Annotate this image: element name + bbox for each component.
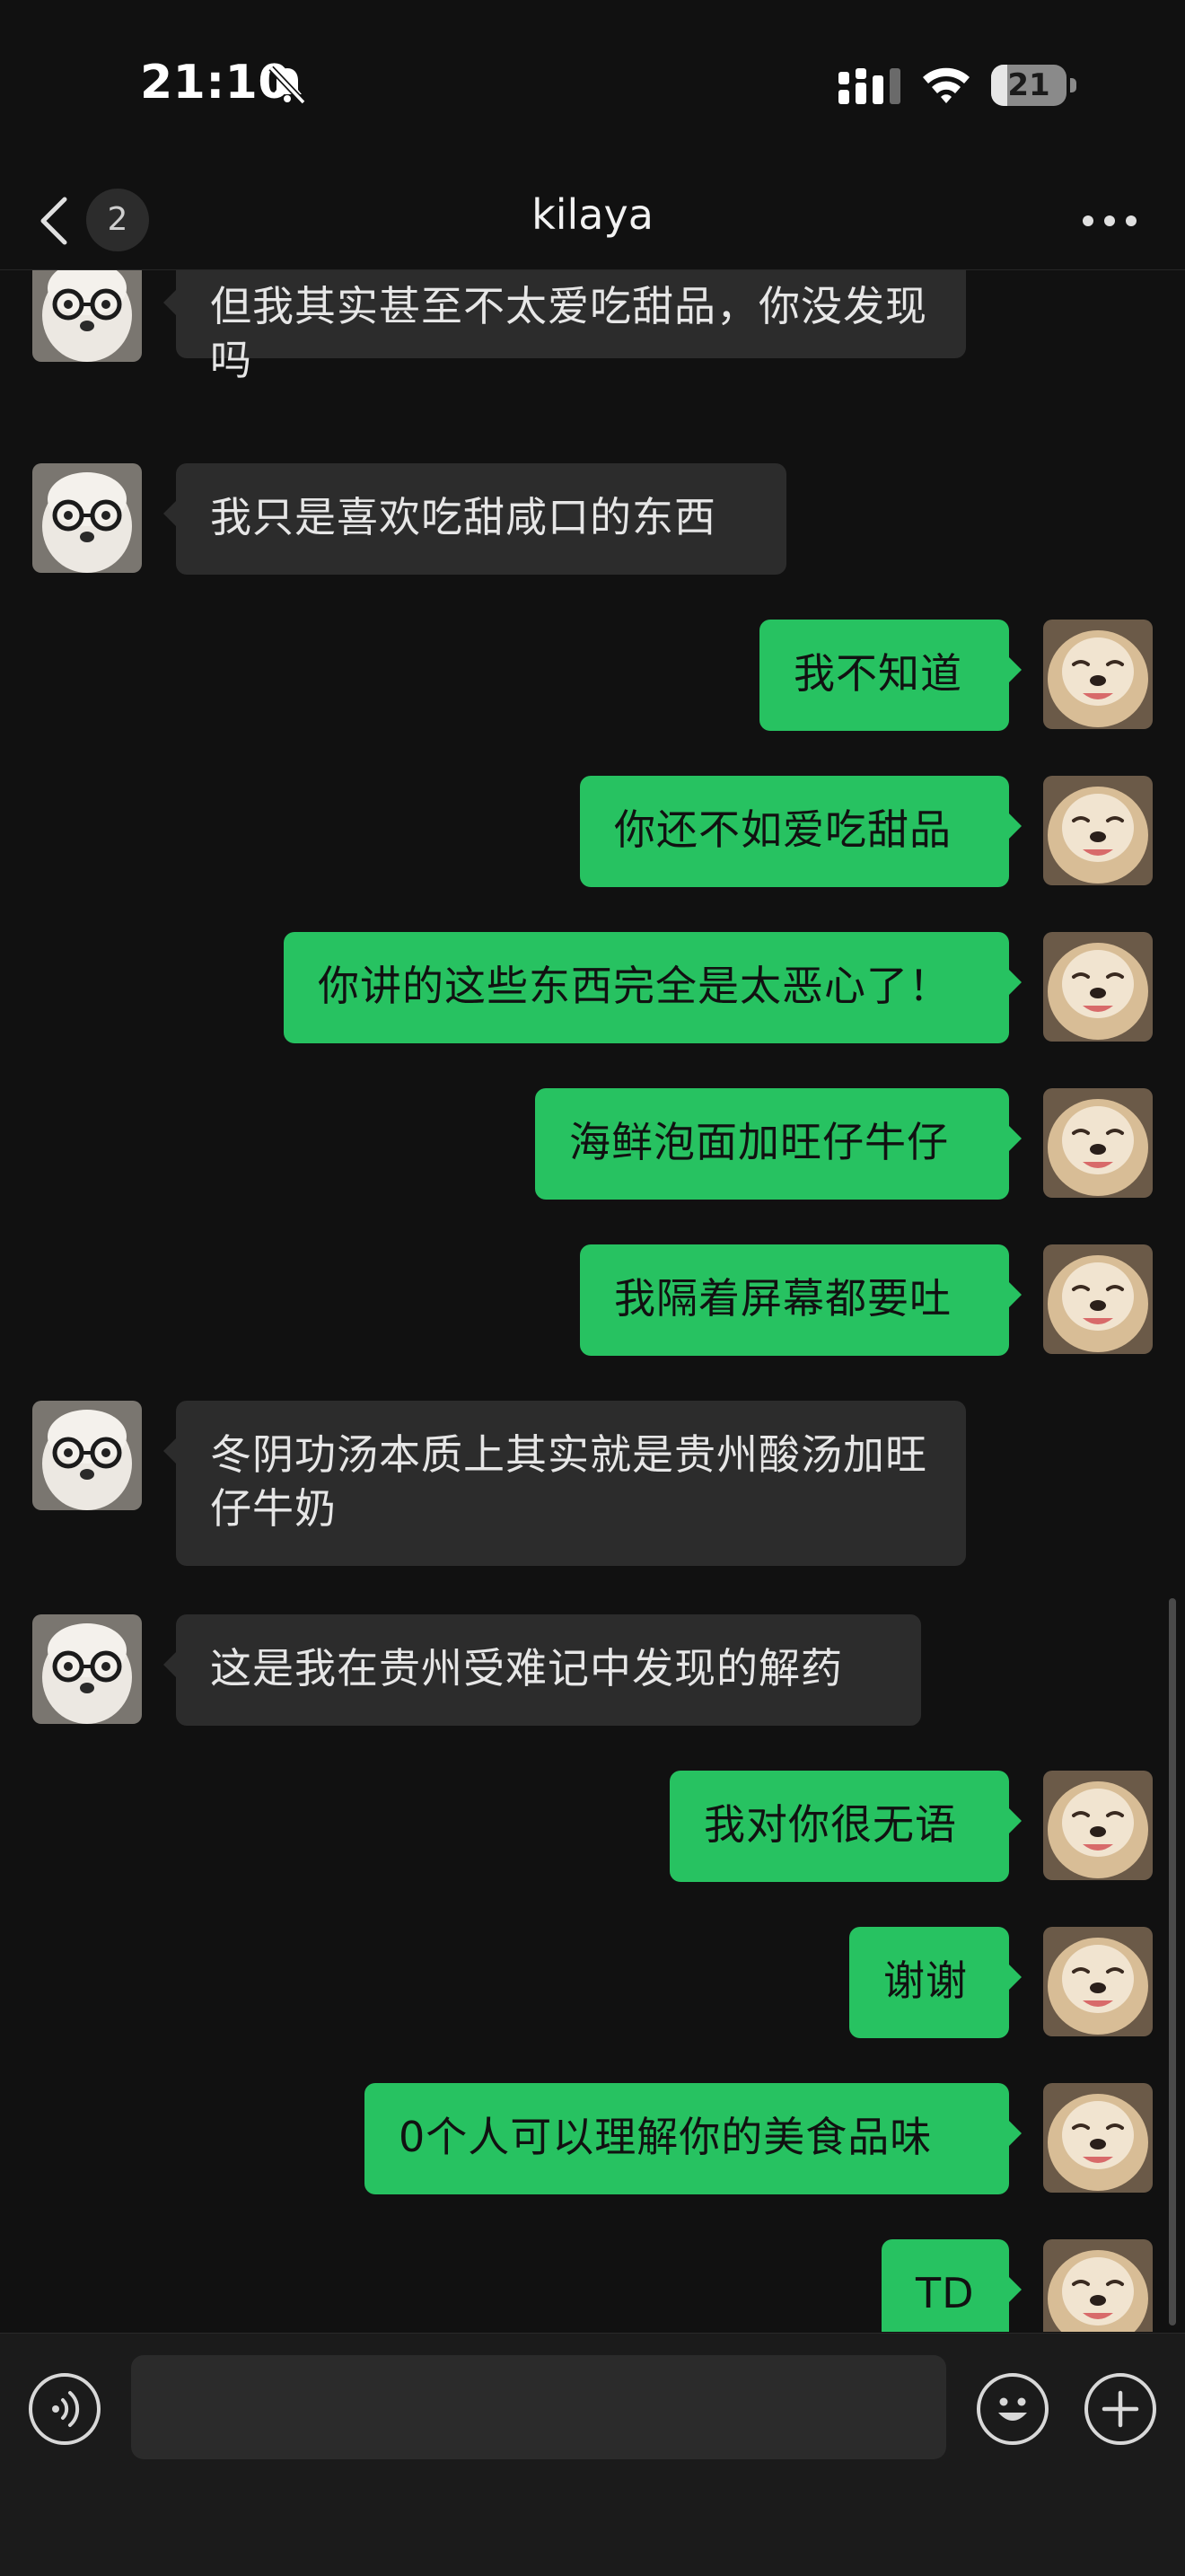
input-bar — [0, 2333, 1185, 2576]
my-avatar[interactable] — [1043, 1088, 1153, 1198]
chat-header: 2 kilaya — [0, 171, 1185, 270]
message-row-right: 你讲的这些东西完全是太恶心了！ — [0, 932, 1185, 1043]
smiley-icon — [998, 2397, 1027, 2421]
received-message-bubble[interactable]: 这是我在贵州受难记中发现的解药 — [163, 1614, 921, 1726]
my-avatar[interactable] — [1043, 2239, 1153, 2332]
sent-message-bubble[interactable]: 谢谢 — [849, 1927, 1022, 2038]
my-avatar[interactable] — [1043, 932, 1153, 1042]
message-row-right: 你还不如爱吃甜品 — [0, 776, 1185, 887]
contact-avatar[interactable] — [32, 270, 142, 362]
my-avatar[interactable] — [1043, 1771, 1153, 1880]
my-avatar[interactable] — [1043, 2083, 1153, 2193]
plus-icon — [1102, 2390, 1139, 2428]
status-bar: 21:10 21 — [0, 0, 1185, 171]
sent-message-bubble[interactable]: 你讲的这些东西完全是太恶心了！ — [284, 932, 1022, 1043]
message-row-right: TD — [0, 2239, 1185, 2332]
chevron-left-icon[interactable] — [36, 194, 72, 248]
message-list[interactable]: 但我其实甚至不太爱吃甜品，你没发现吗 我只是喜欢吃甜咸口的东西 我不知道 你还不… — [0, 270, 1185, 2332]
chat-title: kilaya — [531, 190, 654, 239]
emoji-button[interactable] — [977, 2373, 1049, 2445]
contact-avatar[interactable] — [32, 463, 142, 573]
my-avatar[interactable] — [1043, 620, 1153, 729]
bell-slash-icon — [268, 66, 306, 105]
scrollbar[interactable] — [1169, 1598, 1176, 2325]
message-input[interactable] — [131, 2355, 946, 2459]
received-message-bubble[interactable]: 但我其实甚至不太爱吃甜品，你没发现吗 — [163, 270, 966, 384]
my-avatar[interactable] — [1043, 776, 1153, 885]
sent-message-bubble[interactable]: 我隔着屏幕都要吐 — [580, 1244, 1022, 1356]
message-row-right: 我对你很无语 — [0, 1771, 1185, 1882]
unread-count-badge[interactable]: 2 — [86, 189, 149, 251]
message-row-left: 冬阴功汤本质上其实就是贵州酸汤加旺仔牛奶 — [0, 1401, 1185, 1566]
my-avatar[interactable] — [1043, 1927, 1153, 2036]
cellular-signal-icon — [838, 68, 900, 104]
message-row-right: 我不知道 — [0, 620, 1185, 731]
voice-button[interactable] — [29, 2373, 101, 2445]
message-row-right: 谢谢 — [0, 1927, 1185, 2038]
sent-message-bubble[interactable]: 我对你很无语 — [670, 1771, 1022, 1882]
sent-message-bubble[interactable]: 0个人可以理解你的美食品味 — [364, 2083, 1022, 2194]
message-row-right: 我隔着屏幕都要吐 — [0, 1244, 1185, 1356]
sent-message-bubble[interactable]: 你还不如爱吃甜品 — [580, 776, 1022, 887]
message-row-left: 这是我在贵州受难记中发现的解药 — [0, 1614, 1185, 1726]
voice-icon — [52, 2391, 80, 2427]
sent-message-bubble[interactable]: 海鲜泡面加旺仔牛仔 — [535, 1088, 1022, 1200]
my-avatar[interactable] — [1043, 1244, 1153, 1354]
sent-message-bubble[interactable]: 我不知道 — [759, 620, 1022, 731]
contact-avatar[interactable] — [32, 1614, 142, 1724]
battery-level: 21 — [1007, 67, 1050, 103]
message-row-left: 我只是喜欢吃甜咸口的东西 — [0, 463, 1185, 575]
message-row-right: 0个人可以理解你的美食品味 — [0, 2083, 1185, 2194]
message-row-right: 海鲜泡面加旺仔牛仔 — [0, 1088, 1185, 1200]
wifi-icon — [923, 67, 970, 103]
received-message-bubble[interactable]: 我只是喜欢吃甜咸口的东西 — [163, 463, 786, 575]
sent-message-bubble[interactable]: TD — [882, 2239, 1022, 2332]
more-options-icon[interactable] — [1074, 203, 1146, 239]
message-row-left: 但我其实甚至不太爱吃甜品，你没发现吗 — [0, 270, 1185, 384]
battery-icon: 21 — [991, 65, 1077, 108]
add-button[interactable] — [1084, 2373, 1156, 2445]
received-message-bubble[interactable]: 冬阴功汤本质上其实就是贵州酸汤加旺仔牛奶 — [163, 1401, 966, 1566]
contact-avatar[interactable] — [32, 1401, 142, 1510]
